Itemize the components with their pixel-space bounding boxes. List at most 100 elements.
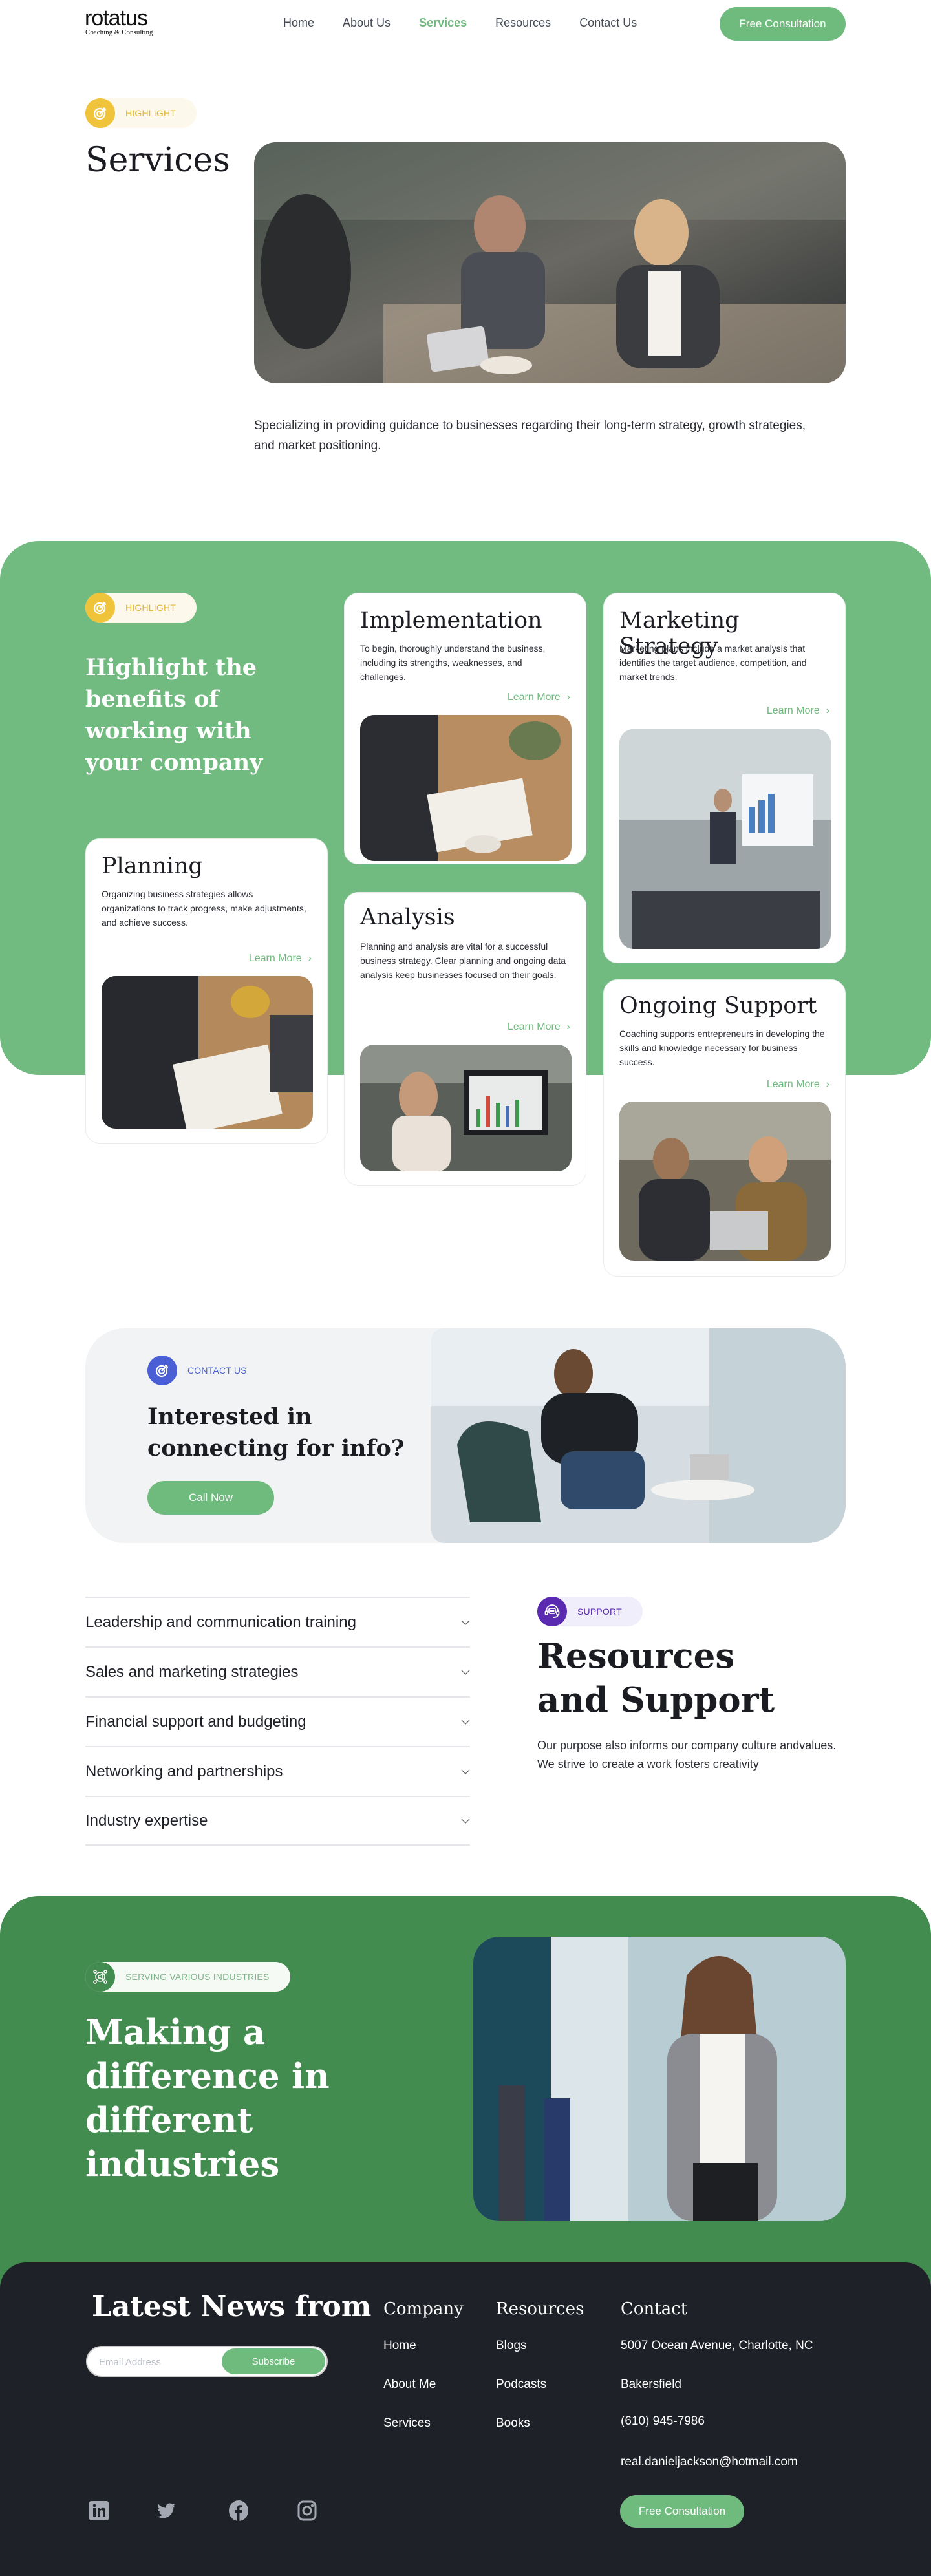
nav-link-services[interactable]: Services — [419, 14, 467, 31]
accordion-item[interactable]: Financial support and budgeting — [85, 1696, 470, 1746]
chevron-right-icon: › — [826, 1079, 829, 1090]
accordion-item[interactable]: Industry expertise — [85, 1796, 470, 1846]
learn-more-label: Learn More — [766, 705, 820, 716]
industries-badge: SERVING VARIOUS INDUSTRIES — [85, 1962, 290, 1992]
hero-image — [254, 142, 846, 383]
chevron-down-icon — [461, 1617, 470, 1628]
accordion-label: Leadership and communication training — [85, 1613, 356, 1631]
learn-more-link[interactable]: Learn More › — [767, 705, 829, 717]
support-badge: SUPPORT — [537, 1597, 643, 1626]
footer-heading-resources: Resources — [496, 2299, 584, 2319]
services-accordion: Leadership and communication training Sa… — [85, 1597, 470, 1846]
accordion-label: Industry expertise — [85, 1811, 208, 1829]
footer-link-about-me[interactable]: About Me — [383, 2378, 436, 2392]
card-image — [619, 729, 831, 949]
learn-more-label: Learn More — [507, 1021, 561, 1032]
chevron-right-icon: › — [566, 692, 570, 703]
contact-image — [431, 1328, 846, 1543]
top-navigation: rotatus Coaching & Consulting Home About… — [0, 0, 931, 47]
highlight-badge-benefits: HIGHLIGHT — [85, 593, 197, 623]
resources-description: Our purpose also informs our company cul… — [537, 1739, 837, 1771]
hero-description: Specializing in providing guidance to bu… — [254, 419, 806, 452]
industries-title: Making a difference in different industr… — [85, 2012, 330, 2184]
chevron-down-icon — [461, 1815, 470, 1827]
service-card-ongoing-support: Ongoing Support Coaching supports entrep… — [603, 979, 846, 1277]
footer-link-books[interactable]: Books — [496, 2416, 530, 2431]
chevron-down-icon — [461, 1766, 470, 1778]
nav-link-resources[interactable]: Resources — [495, 14, 551, 31]
accordion-label: Sales and marketing strategies — [85, 1663, 299, 1681]
footer-link-podcasts[interactable]: Podcasts — [496, 2378, 546, 2392]
card-text: To begin, thoroughly understand the busi… — [360, 643, 546, 682]
learn-more-link[interactable]: Learn More › — [767, 1079, 829, 1091]
badge-label: HIGHLIGHT — [125, 602, 177, 613]
learn-more-link[interactable]: Learn More › — [508, 692, 570, 703]
card-text: Coaching supports entrepreneurs in devel… — [619, 1028, 825, 1067]
logo[interactable]: rotatus — [85, 6, 148, 30]
card-image — [360, 1045, 572, 1171]
nav-link-contact-us[interactable]: Contact Us — [579, 14, 637, 31]
card-title: Implementation — [360, 608, 542, 633]
chevron-down-icon — [461, 1716, 470, 1728]
headset-chat-icon — [537, 1597, 567, 1626]
learn-more-label: Learn More — [507, 692, 561, 703]
benefits-title: Highlight the benefits of working with y… — [85, 654, 263, 776]
newsletter-title: Latest News from — [92, 2290, 372, 2323]
card-image — [102, 976, 313, 1129]
contact-badge: CONTACT US — [147, 1356, 268, 1385]
footer-heading-company: Company — [383, 2299, 464, 2319]
instagram-icon[interactable] — [296, 2500, 318, 2522]
accordion-label: Networking and partnerships — [85, 1762, 283, 1780]
call-now-button[interactable]: Call Now — [147, 1481, 274, 1515]
email-input[interactable] — [99, 2354, 222, 2370]
nav-link-home[interactable]: Home — [283, 14, 314, 31]
free-consultation-button[interactable]: Free Consultation — [720, 7, 846, 41]
badge-label: HIGHLIGHT — [125, 108, 177, 118]
badge-label: SERVING VARIOUS INDUSTRIES — [125, 1972, 270, 1982]
footer-address: 5007 Ocean Avenue, Charlotte, NC — [621, 2339, 813, 2352]
logo-tagline: Coaching & Consulting — [85, 28, 153, 36]
twitter-icon[interactable] — [155, 2500, 177, 2522]
resources-title-line1: Resources — [537, 1636, 735, 1676]
resources-title: Resources and Support — [537, 1634, 775, 1722]
card-image — [360, 715, 572, 861]
card-image — [619, 1102, 831, 1261]
service-card-marketing-strategy: Marketing Strategy Marketing plans inclu… — [603, 593, 846, 963]
resources-title-line2: and Support — [537, 1680, 775, 1720]
nav-link-about-us[interactable]: About Us — [343, 14, 391, 31]
accordion-item[interactable]: Sales and marketing strategies — [85, 1646, 470, 1696]
page-title: Services — [85, 141, 230, 180]
card-title: Ongoing Support — [619, 993, 817, 1019]
chevron-right-icon: › — [308, 953, 312, 964]
chevron-right-icon: › — [566, 1021, 570, 1032]
card-title: Planning — [102, 853, 203, 879]
footer-free-consultation-button[interactable]: Free Consultation — [620, 2495, 744, 2528]
linkedin-icon[interactable] — [88, 2500, 110, 2522]
contact-title: Interested in connecting for info? — [147, 1403, 405, 1462]
accordion-item[interactable]: Networking and partnerships — [85, 1746, 470, 1796]
footer-email[interactable]: real.danieljackson@hotmail.com — [621, 2455, 798, 2469]
footer-city: Bakersfield — [621, 2378, 681, 2391]
footer-phone[interactable]: (610) 945-7986 — [621, 2414, 705, 2429]
learn-more-link[interactable]: Learn More › — [249, 953, 312, 964]
badge-label: CONTACT US — [187, 1365, 247, 1376]
newsletter-form: Subscribe — [86, 2346, 328, 2377]
learn-more-label: Learn More — [248, 953, 302, 964]
accordion-item[interactable]: Leadership and communication training — [85, 1597, 470, 1646]
accordion-label: Financial support and budgeting — [85, 1712, 306, 1730]
learn-more-link[interactable]: Learn More › — [508, 1021, 570, 1033]
footer-link-blogs[interactable]: Blogs — [496, 2339, 527, 2353]
service-card-analysis: Analysis Planning and analysis are vital… — [344, 892, 586, 1186]
card-text: Organizing business strategies allows or… — [102, 889, 306, 928]
facebook-icon[interactable] — [228, 2500, 250, 2522]
footer-link-services[interactable]: Services — [383, 2416, 431, 2431]
nav-links: Home About Us Services Resources Contact… — [283, 14, 665, 31]
subscribe-button[interactable]: Subscribe — [222, 2348, 325, 2374]
megaphone-network-icon — [85, 1962, 115, 1992]
footer-link-home[interactable]: Home — [383, 2339, 416, 2353]
card-title: Analysis — [360, 904, 455, 930]
service-card-planning: Planning Organizing business strategies … — [85, 838, 328, 1144]
card-text: Marketing plans include a market analysi… — [619, 643, 807, 682]
chevron-right-icon: › — [826, 705, 829, 716]
chevron-down-icon — [461, 1666, 470, 1678]
